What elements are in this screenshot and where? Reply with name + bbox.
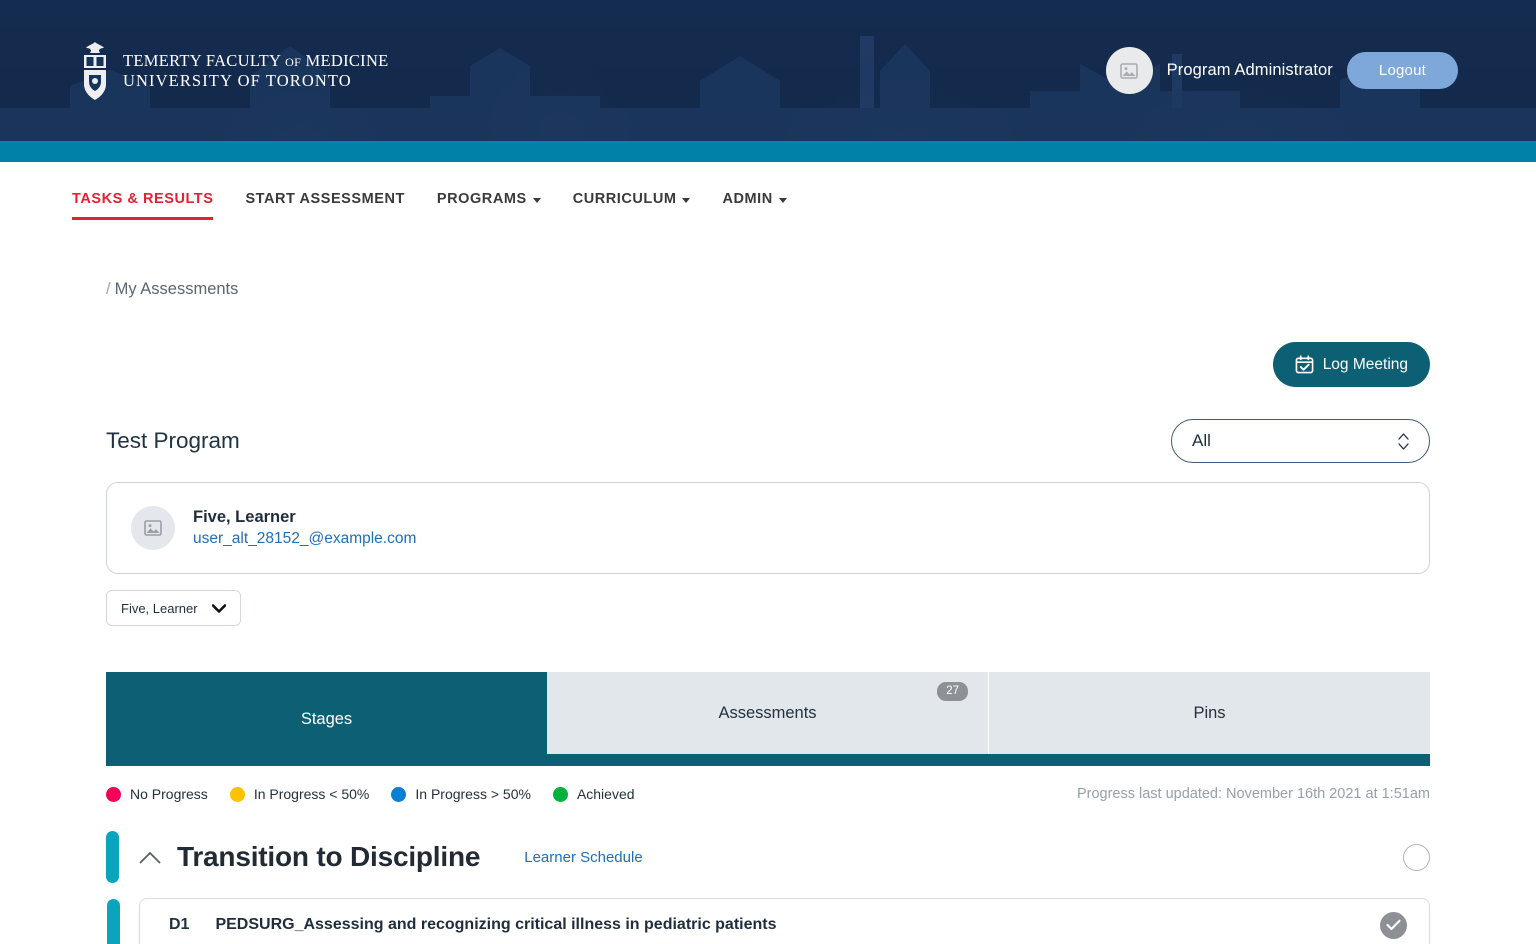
site-banner: TEMERTY FACULTY OF MEDICINE UNIVERSITY O… xyxy=(0,0,1536,141)
page-title: Test Program xyxy=(106,428,240,453)
epa-row[interactable]: D1 PEDSURG_Assessing and recognizing cri… xyxy=(107,898,1430,944)
learner-name: Five, Learner xyxy=(193,508,296,526)
breadcrumb: / My Assessments xyxy=(106,235,1430,299)
legend-label: Achieved xyxy=(576,786,635,802)
breadcrumb-separator: / xyxy=(106,280,111,298)
tab-label: Pins xyxy=(1193,703,1226,722)
logo-line1-part2: MEDICINE xyxy=(305,51,389,71)
legend-label: In Progress > 50% xyxy=(415,786,531,802)
university-logo: TEMERTY FACULTY OF MEDICINE UNIVERSITY O… xyxy=(78,40,389,102)
stage-title: Transition to Discipline xyxy=(177,841,481,872)
uoft-crest-icon xyxy=(84,41,106,100)
calendar-check-icon xyxy=(1295,355,1314,374)
stage-section-transition-to-discipline: Transition to Discipline Learner Schedul… xyxy=(106,826,1430,944)
breadcrumb-current: My Assessments xyxy=(114,280,239,298)
legend-item-in-progress-over-50: In Progress > 50% xyxy=(391,786,531,802)
nav-label: START ASSESSMENT xyxy=(245,191,405,207)
legend-dot-icon xyxy=(229,786,245,802)
chevron-down-icon xyxy=(682,197,691,203)
content-tabs: Stages Assessments 27 Pins xyxy=(106,672,1430,766)
epa-title: PEDSURG_Assessing and recognizing critic… xyxy=(215,916,777,933)
page-content: / My Assessments Log Meeting Test Program… xyxy=(0,235,1536,944)
epa-code: D1 xyxy=(169,916,190,933)
nav-item-curriculum[interactable]: CURRICULUM xyxy=(573,177,691,220)
learner-avatar xyxy=(131,506,175,550)
legend-item-no-progress: No Progress xyxy=(106,786,208,802)
legend-item-in-progress-under-50: In Progress < 50% xyxy=(229,786,370,802)
tab-label: Assessments xyxy=(718,703,817,722)
logo-line2: UNIVERSITY OF TORONTO xyxy=(123,70,352,90)
learner-schedule-link[interactable]: Learner Schedule xyxy=(524,849,642,866)
page-toolbar: Log Meeting xyxy=(106,342,1430,387)
stage-header[interactable]: Transition to Discipline Learner Schedul… xyxy=(106,826,1430,888)
program-filter-select[interactable]: All xyxy=(1171,419,1430,463)
learner-email-link[interactable]: user_alt_28152_@example.com xyxy=(193,530,416,547)
nav-item-programs[interactable]: PROGRAMS xyxy=(437,177,541,220)
legend-dot-icon xyxy=(391,786,407,802)
nav-item-start-assessment[interactable]: START ASSESSMENT xyxy=(245,177,404,220)
image-placeholder-icon xyxy=(1120,62,1138,79)
nav-label: TASKS & RESULTS xyxy=(72,191,214,207)
tab-pins[interactable]: Pins xyxy=(989,672,1430,754)
tab-stages[interactable]: Stages xyxy=(106,672,547,766)
logo-line1-of: OF xyxy=(285,55,302,70)
epa-status-check-icon[interactable] xyxy=(1380,911,1407,939)
nav-label: ADMIN xyxy=(722,191,773,207)
chevron-down-icon xyxy=(778,197,787,203)
progress-legend: No Progress In Progress < 50% In Progres… xyxy=(106,786,1430,802)
chevron-down-icon xyxy=(532,197,541,203)
logo-line1-part1: TEMERTY FACULTY xyxy=(123,51,281,71)
nav-label: CURRICULUM xyxy=(572,191,677,207)
legend-label: In Progress < 50% xyxy=(253,786,370,802)
chevron-updown-icon xyxy=(1398,432,1409,450)
learner-card[interactable]: Five, Learner user_alt_28152_@example.co… xyxy=(106,482,1430,574)
learner-selector-dropdown[interactable]: Five, Learner xyxy=(106,590,241,626)
avatar xyxy=(1105,47,1153,94)
epa-accent-bar xyxy=(107,899,120,944)
log-meeting-label: Log Meeting xyxy=(1322,355,1408,373)
progress-last-updated: Progress last updated: November 16th 202… xyxy=(1076,786,1430,802)
program-filter-value: All xyxy=(1192,431,1211,450)
main-navigation: TASKS & RESULTS START ASSESSMENT PROGRAM… xyxy=(0,162,1536,235)
legend-dot-icon xyxy=(552,786,568,802)
current-user-name: Program Administrator xyxy=(1166,61,1333,79)
nav-item-admin[interactable]: ADMIN xyxy=(722,177,787,220)
tab-assessments[interactable]: Assessments 27 xyxy=(547,672,989,754)
chevron-up-icon[interactable] xyxy=(139,851,161,864)
tab-label: Stages xyxy=(300,709,353,728)
stage-status-circle[interactable] xyxy=(1403,843,1430,871)
logout-button[interactable]: Logout xyxy=(1346,52,1458,89)
learner-selector-label: Five, Learner xyxy=(121,600,198,616)
nav-item-tasks-results[interactable]: TASKS & RESULTS xyxy=(72,177,214,220)
legend-item-achieved: Achieved xyxy=(552,786,635,802)
image-placeholder-icon xyxy=(144,520,162,536)
program-header-row: Test Program All xyxy=(106,419,1430,463)
chevron-down-icon xyxy=(211,602,226,615)
nav-label: PROGRAMS xyxy=(436,191,527,207)
log-meeting-button[interactable]: Log Meeting xyxy=(1272,342,1430,387)
legend-dot-icon xyxy=(106,786,121,802)
accent-strip xyxy=(0,141,1536,162)
legend-label: No Progress xyxy=(130,786,208,802)
status-badge: 27 xyxy=(937,682,968,701)
